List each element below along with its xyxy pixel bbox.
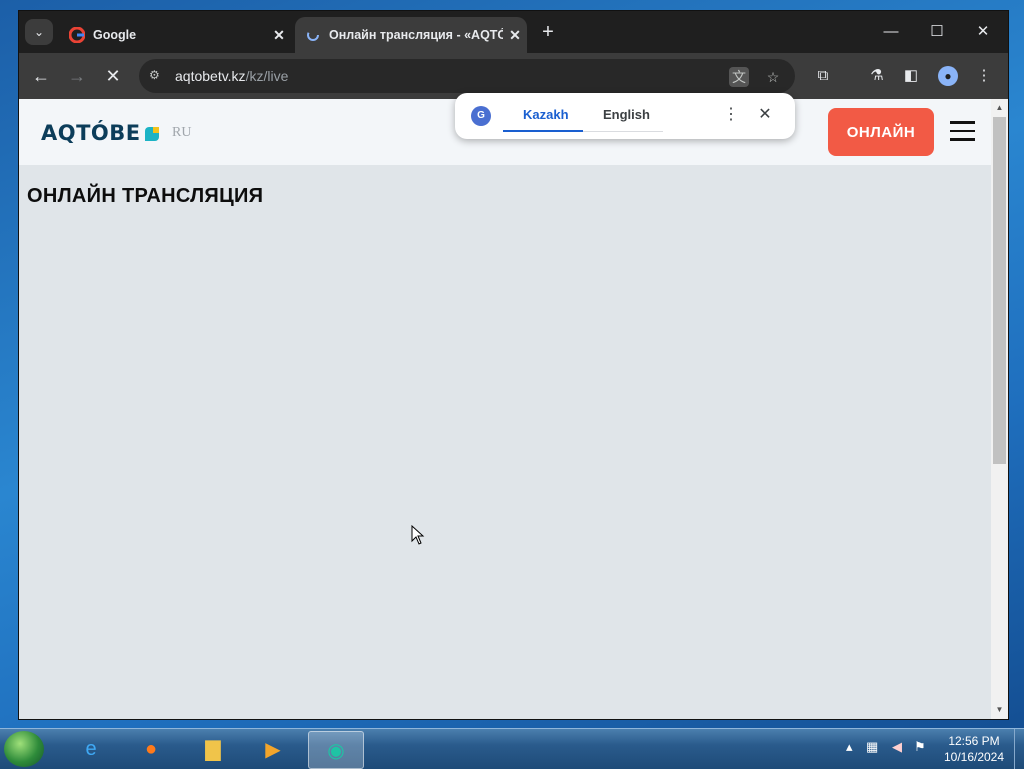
clock-date: 10/16/2024 <box>943 750 1005 764</box>
system-clock[interactable]: 12:56 PM 10/16/2024 <box>936 733 1012 765</box>
windows-taskbar: e ● ▇ ▶ ◉ ▴ ▦ ◀ ⚑ 12:56 PM 10/16/2024 <box>0 728 1024 769</box>
file-explorer-folder-icon[interactable]: ▇ <box>186 731 240 767</box>
tab-title: Google <box>93 28 137 42</box>
new-tab-plus-icon[interactable]: + <box>537 21 559 43</box>
translate-tab-english[interactable]: English <box>603 107 650 122</box>
close-window-icon[interactable]: ✕ <box>960 19 1006 45</box>
side-panel-icon[interactable]: ◧ <box>899 64 923 88</box>
edge-browser-icon[interactable]: ◉ <box>308 731 364 769</box>
close-icon[interactable]: ✕ <box>755 105 775 125</box>
url-text: aqtobetv.kz/kz/live <box>175 68 289 84</box>
google-favicon-icon <box>69 27 85 43</box>
address-bar[interactable]: ⚙ aqtobetv.kz/kz/live 文 ☆ <box>139 59 795 93</box>
show-desktop-button[interactable] <box>1014 729 1024 769</box>
site-logo[interactable]: AQTÓBE <box>41 121 159 145</box>
tab-bar: ⌄ Google ✕ Онлайн трансляция - «AQTÓBE» … <box>19 11 1008 53</box>
maximize-icon[interactable]: ☐ <box>914 19 960 45</box>
firefox-icon[interactable]: ● <box>124 731 178 767</box>
page-viewport: AQTÓBE RU ОНЛАЙН ОНЛАЙН ТРАНСЛЯЦИЯ <box>19 99 991 719</box>
network-icon[interactable]: ▦ <box>866 739 878 755</box>
clock-time: 12:56 PM <box>948 734 1000 748</box>
scroll-down-arrow-icon[interactable]: ▼ <box>991 703 1008 717</box>
vertical-scrollbar[interactable]: ▲ ▼ <box>991 99 1008 719</box>
forward-arrow-icon[interactable]: → <box>65 64 89 88</box>
media-player-icon[interactable]: ▶ <box>246 731 300 767</box>
show-hidden-icons-icon[interactable]: ▴ <box>846 739 853 755</box>
site-info-icon[interactable]: ⚙ <box>149 68 165 84</box>
scroll-up-arrow-icon[interactable]: ▲ <box>991 101 1008 115</box>
translate-tab-kazakh[interactable]: Kazakh <box>523 107 569 122</box>
close-icon[interactable]: ✕ <box>503 27 527 44</box>
back-arrow-icon[interactable]: ← <box>29 64 53 88</box>
labs-flask-icon[interactable]: ⚗ <box>865 64 889 88</box>
internet-explorer-icon[interactable]: e <box>64 731 118 767</box>
live-button[interactable]: ОНЛАЙН <box>828 108 934 156</box>
tab-aqtobe-live[interactable]: Онлайн трансляция - «AQTÓBE» ✕ <box>295 17 527 53</box>
browser-window: ⌄ Google ✕ Онлайн трансляция - «AQTÓBE» … <box>18 10 1009 720</box>
logo-mark-icon <box>144 127 159 141</box>
extensions-puzzle-icon[interactable]: ⧉ <box>811 64 835 88</box>
tab-title: Онлайн трансляция - «AQTÓBE» <box>329 28 503 42</box>
volume-muted-icon[interactable]: ◀ <box>892 739 902 755</box>
page-title: ОНЛАЙН ТРАНСЛЯЦИЯ <box>27 185 264 207</box>
translate-icon[interactable]: 文 <box>729 67 749 87</box>
translate-popup: G Kazakh English ⋮ ✕ <box>455 93 795 139</box>
profile-avatar-icon[interactable]: ● <box>938 66 958 86</box>
more-options-icon[interactable]: ⋮ <box>723 105 739 125</box>
start-button-icon[interactable] <box>4 731 44 767</box>
tab-divider <box>583 131 663 132</box>
mouse-cursor-icon <box>411 525 425 545</box>
menu-kebab-icon[interactable]: ⋮ <box>972 64 996 88</box>
google-translate-icon: G <box>471 106 491 126</box>
hamburger-menu-icon[interactable] <box>950 121 975 141</box>
active-tab-indicator <box>503 130 583 132</box>
tab-search-button[interactable]: ⌄ <box>25 19 53 45</box>
minimize-icon[interactable]: — <box>868 19 914 45</box>
stop-loading-icon[interactable]: ✕ <box>101 64 125 88</box>
scroll-thumb[interactable] <box>993 117 1006 464</box>
language-switch-link[interactable]: RU <box>172 125 191 141</box>
close-icon[interactable]: ✕ <box>267 27 291 44</box>
action-center-flag-icon[interactable]: ⚑ <box>914 739 926 755</box>
bookmark-star-icon[interactable]: ☆ <box>763 67 783 87</box>
loading-spinner-icon <box>305 27 321 43</box>
tab-google[interactable]: Google ✕ <box>59 17 291 53</box>
